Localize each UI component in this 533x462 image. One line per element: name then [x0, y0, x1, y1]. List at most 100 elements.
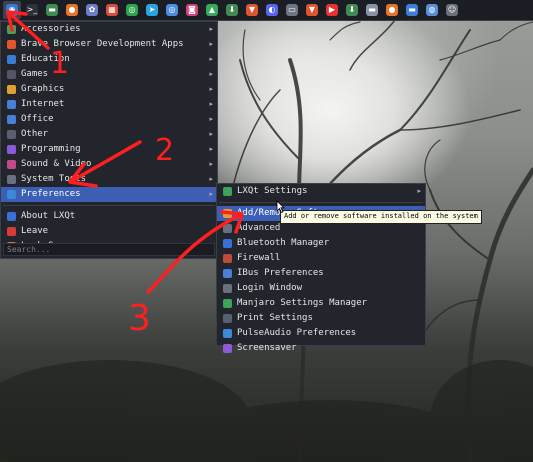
brave-launcher[interactable]: ▼: [243, 1, 261, 19]
grid-launcher[interactable]: ▦: [103, 1, 121, 19]
submenu-arrow-icon: ▸: [209, 190, 213, 198]
brave-launcher[interactable]: ▼: [303, 1, 321, 19]
games-icon: [7, 70, 16, 79]
menu-item-accessories[interactable]: Accessories ▸: [1, 22, 217, 37]
menu-item-office[interactable]: Office ▸: [1, 112, 217, 127]
youtube-launcher[interactable]: ▶: [323, 1, 341, 19]
lxqt-settings-icon: [223, 187, 232, 196]
education-icon: [7, 55, 16, 64]
firewall-icon: [223, 254, 232, 263]
menu-item-about-lxqt[interactable]: About LXQt: [1, 209, 217, 224]
menu-item-pulseaudio-preferences[interactable]: PulseAudio Preferences: [217, 326, 425, 341]
sound-video-icon: [7, 160, 16, 169]
taskbar: ◉ >_ ▬ ● ✿ ▦ ◎ ➤ ◎ ◙ ▲ ⬇ ▼ ◐ ▭ ▼ ▶ ⬇ ▬ ● ▬ ◍ ☺: [0, 0, 533, 21]
menu-item-label: Screensaver: [237, 343, 297, 353]
menu-item-label: Graphics: [21, 84, 65, 94]
submenu-arrow-icon: ▸: [209, 85, 213, 93]
about-icon: [7, 212, 16, 221]
firefox-launcher[interactable]: ●: [383, 1, 401, 19]
menu-item-label: Preferences: [21, 189, 81, 199]
window-icon: ▭: [286, 4, 298, 16]
preferences-icon: [7, 190, 16, 199]
menu-item-label: Firewall: [237, 253, 281, 263]
system-tools-icon: [7, 175, 16, 184]
firefox-icon: ●: [66, 4, 78, 16]
menu-item-label: Office: [21, 114, 54, 124]
chromium-icon: ◎: [166, 4, 178, 16]
firefox-icon-2: ●: [386, 4, 398, 16]
menu-item-bluetooth-manager[interactable]: Bluetooth Manager: [217, 236, 425, 251]
add-remove-software-icon: [223, 209, 232, 218]
menu-item-firewall[interactable]: Firewall: [217, 251, 425, 266]
menu-item-ibus-preferences[interactable]: IBus Preferences: [217, 266, 425, 281]
download-icon-2: ⬇: [346, 4, 358, 16]
menu-search-input[interactable]: Search...: [3, 243, 215, 256]
submenu-arrow-icon: ▸: [209, 70, 213, 78]
office-icon: [7, 115, 16, 124]
manjaro-settings-icon: [223, 299, 232, 308]
menu-item-preferences[interactable]: Preferences ▸: [1, 187, 217, 202]
brave-apps-icon: [7, 40, 16, 49]
face-launcher[interactable]: ☺: [443, 1, 461, 19]
download-icon: ⬇: [226, 4, 238, 16]
menu-item-programming[interactable]: Programming ▸: [1, 142, 217, 157]
web-launcher[interactable]: ◍: [423, 1, 441, 19]
menu-item-label: Other: [21, 129, 49, 139]
menu-item-label: Education: [21, 54, 70, 64]
download-launcher[interactable]: ⬇: [343, 1, 361, 19]
advanced-icon: [223, 224, 232, 233]
submenu-arrow-icon: ▸: [209, 25, 213, 33]
firefox-launcher[interactable]: ●: [63, 1, 81, 19]
download-launcher[interactable]: ⬇: [223, 1, 241, 19]
app-menu-launcher[interactable]: ◉: [3, 1, 21, 19]
terminal-launcher[interactable]: >_: [23, 1, 41, 19]
submenu-arrow-icon: ▸: [209, 100, 213, 108]
settings-launcher[interactable]: ✿: [83, 1, 101, 19]
menu-item-leave[interactable]: Leave: [1, 224, 217, 239]
menu-item-other[interactable]: Other ▸: [1, 127, 217, 142]
submenu-arrow-icon: ▸: [209, 175, 213, 183]
menu-item-screensaver[interactable]: Screensaver: [217, 341, 425, 356]
screen-launcher[interactable]: ▬: [363, 1, 381, 19]
menu-item-system-tools[interactable]: System Tools ▸: [1, 172, 217, 187]
screen-icon: ▬: [366, 4, 378, 16]
discord-launcher[interactable]: ◐: [263, 1, 281, 19]
window-launcher[interactable]: ▭: [283, 1, 301, 19]
android-launcher[interactable]: ▲: [203, 1, 221, 19]
submenu-arrow-icon: ▸: [209, 145, 213, 153]
accessories-icon: [7, 25, 16, 34]
telegram-launcher[interactable]: ➤: [143, 1, 161, 19]
chromium-launcher[interactable]: ◎: [163, 1, 181, 19]
settings-icon: ✿: [86, 4, 98, 16]
instagram-icon: ◙: [186, 4, 198, 16]
submenu-arrow-icon: ▸: [209, 55, 213, 63]
login-window-icon: [223, 284, 232, 293]
files-launcher[interactable]: ▬: [43, 1, 61, 19]
files-icon: ▬: [46, 4, 58, 16]
menu-item-print-settings[interactable]: Print Settings: [217, 311, 425, 326]
menu-item-graphics[interactable]: Graphics ▸: [1, 82, 217, 97]
menu-item-label: Bluetooth Manager: [237, 238, 330, 248]
menu-item-games[interactable]: Games ▸: [1, 67, 217, 82]
menu-item-label: Programming: [21, 144, 81, 154]
menu-item-login-window[interactable]: Login Window: [217, 281, 425, 296]
other-icon: [7, 130, 16, 139]
telegram-icon: ➤: [146, 4, 158, 16]
submenu-arrow-icon: ▸: [209, 115, 213, 123]
menu-item-label: PulseAudio Preferences: [237, 328, 357, 338]
menu-item-sound-video[interactable]: Sound & Video ▸: [1, 157, 217, 172]
chrome-launcher[interactable]: ◎: [123, 1, 141, 19]
menu-item-education[interactable]: Education ▸: [1, 52, 217, 67]
desktop-launcher[interactable]: ▬: [403, 1, 421, 19]
menu-item-brave-browser-development-apps[interactable]: Brave Browser Development Apps ▸: [1, 37, 217, 52]
submenu-arrow-icon: ▸: [209, 130, 213, 138]
android-icon: ▲: [206, 4, 218, 16]
desktop-icon: ▬: [406, 4, 418, 16]
menu-item-label: Manjaro Settings Manager: [237, 298, 368, 308]
instagram-launcher[interactable]: ◙: [183, 1, 201, 19]
tooltip: Add or remove software installed on the …: [280, 210, 482, 224]
menu-item-label: Games: [21, 69, 49, 79]
menu-item-manjaro-settings-manager[interactable]: Manjaro Settings Manager: [217, 296, 425, 311]
menu-item-lxqt-settings[interactable]: LXQt Settings ▸: [217, 184, 425, 199]
menu-item-internet[interactable]: Internet ▸: [1, 97, 217, 112]
